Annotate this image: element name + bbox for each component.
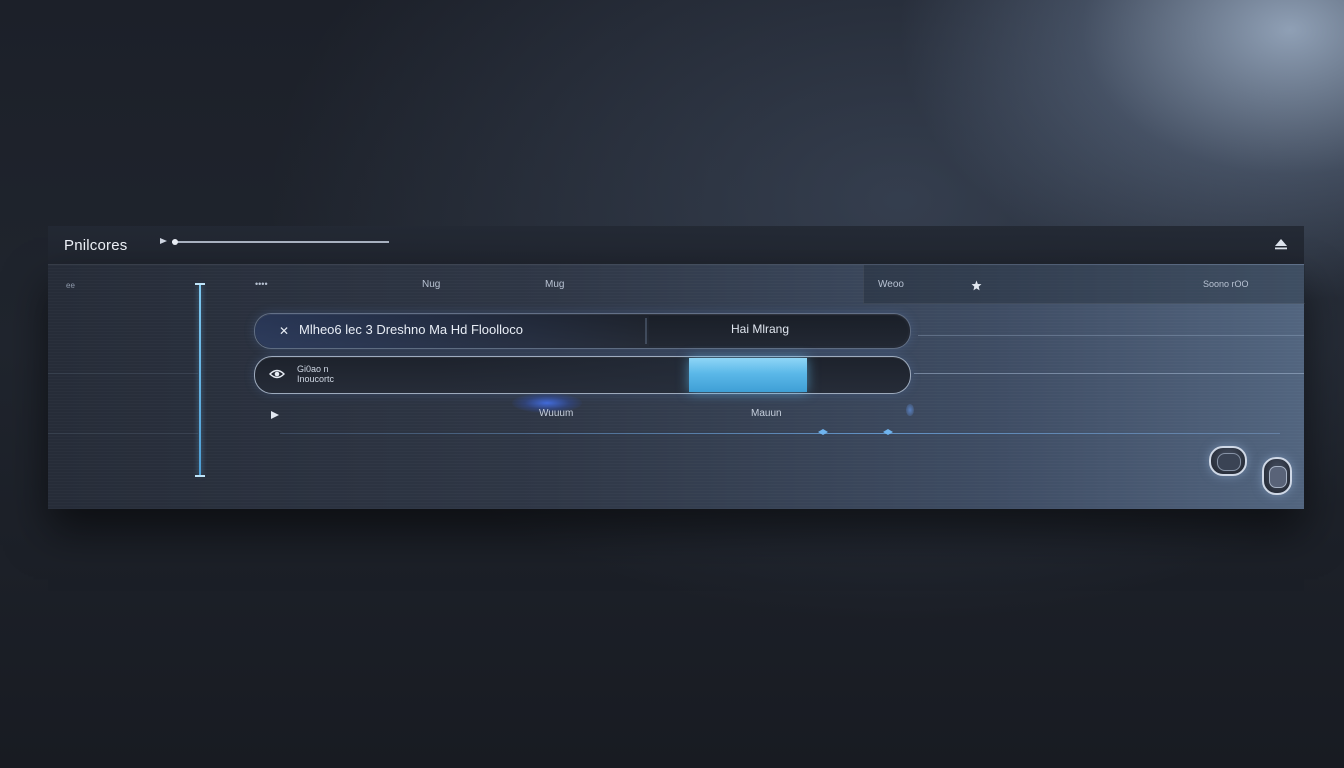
row-2-meta: Gi0ao n Inoucortc [297,364,334,384]
timeline-marker-icon[interactable] [883,429,893,435]
track-artist: Hai Mlrang [731,322,790,336]
header-col-d[interactable]: Weoo [878,279,904,290]
eject-icon[interactable] [1274,238,1288,250]
vertical-slider[interactable] [195,283,205,477]
header-col-e[interactable]: Soono rOO [1203,279,1249,289]
star-icon[interactable] [971,280,982,291]
eye-icon[interactable] [269,368,285,380]
title-bar: Pnilcores [48,226,1304,264]
timeline-marker-icon[interactable] [818,429,828,435]
row-2-meta-line-1: Gi0ao n [297,364,329,374]
guide-line [48,373,198,374]
row-2-shade [435,358,689,392]
header-col-a[interactable]: •••• [255,279,268,289]
small-glow-dot [906,404,914,416]
track-title: Mlheo6 lec 3 Dreshno Ma Hd Floolloco [299,322,523,337]
app-title: Pnilcores [64,237,128,254]
play-icon[interactable] [271,411,279,419]
title-scrubber-knob[interactable] [172,239,178,245]
row-2-progress-fill[interactable] [689,358,807,392]
row-3-label-a: Wuuum [539,408,574,419]
title-scrubber-track[interactable] [172,241,389,243]
header-left-label: ee [66,281,75,290]
guide-line [48,433,198,434]
timeline-progress[interactable] [280,433,1280,434]
track-row-2[interactable]: Gi0ao n Inoucortc [254,356,911,394]
header-col-b[interactable]: Nug [422,279,440,290]
title-scrubber[interactable] [160,236,400,250]
header-col-c[interactable]: Mug [545,279,564,290]
capsule-button[interactable] [1262,457,1292,495]
shuffle-icon[interactable]: ✕ [279,324,289,338]
player-panel: ee •••• Nug Mug Weoo Soono rOO ✕ Mlheo6 … [48,264,1305,509]
row-1-divider [645,318,647,344]
track-row-1[interactable]: ✕ Mlheo6 lec 3 Dreshno Ma Hd Floolloco H… [254,313,911,349]
capsule-icon [1269,466,1287,488]
dial-button[interactable] [1209,446,1247,476]
row-2-meta-line-2: Inoucortc [297,374,335,384]
row-3-label-b: Mauun [751,408,782,419]
play-mini-icon[interactable] [160,238,167,244]
dial-icon [1217,453,1241,471]
guide-line [918,335,1304,336]
guide-line [914,373,1304,374]
